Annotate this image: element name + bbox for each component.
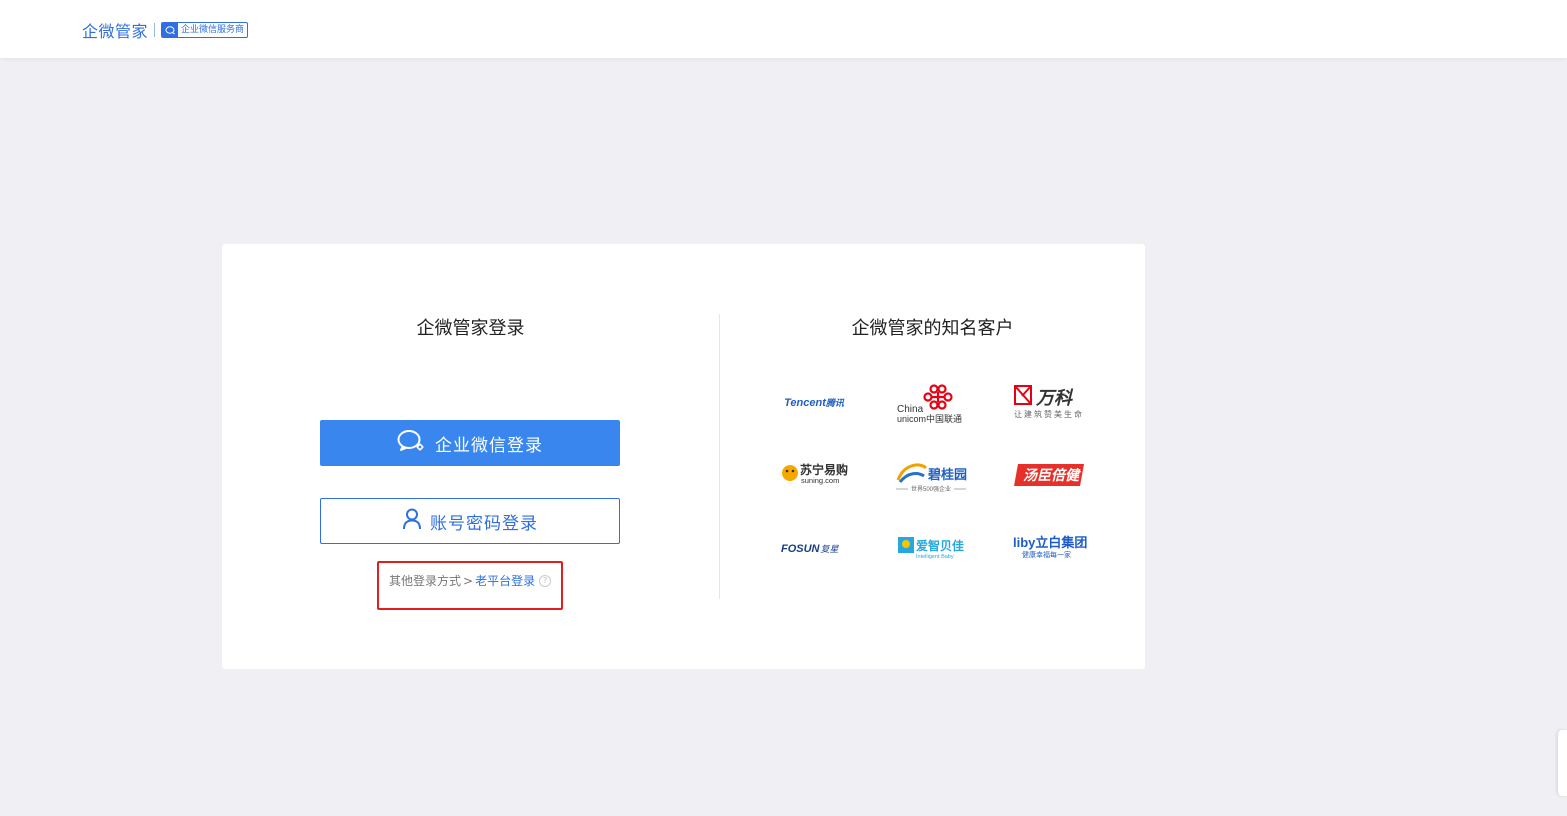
help-icon[interactable]: ? xyxy=(539,574,552,587)
client-logo-suning: 苏宁易购 suning.com xyxy=(759,452,869,496)
login-card: 企微管家登录 企业微信登录 账号密码登录 其他登录方式 > 老平台登录 ? 企微… xyxy=(222,244,1145,669)
svg-text:Intelligent Baby: Intelligent Baby xyxy=(916,554,954,560)
other-login-label: 其他登录方式 xyxy=(389,574,462,588)
wecom-badge-icon xyxy=(162,23,179,37)
client-logo-intelligent-baby: 爱智贝佳 Intelligent Baby xyxy=(876,525,986,569)
svg-text:万科: 万科 xyxy=(1035,388,1074,408)
client-logo-vanke: 万科 让建筑赞美生命 xyxy=(994,380,1104,424)
client-logo-china-unicom: China unicom中国联通 xyxy=(876,380,986,424)
brand-logo[interactable]: 企微管家 企业微信服务商 xyxy=(82,18,249,42)
svg-text:苏宁易购: 苏宁易购 xyxy=(800,462,848,477)
service-provider-badge: 企业微信服务商 xyxy=(161,22,249,38)
svg-text:unicom中国联通: unicom中国联通 xyxy=(897,413,962,424)
top-bar: 企微管家 企业微信服务商 xyxy=(0,0,1567,58)
svg-text:汤臣倍健: 汤臣倍健 xyxy=(1023,467,1082,483)
login-title: 企微管家登录 xyxy=(416,318,525,339)
svg-text:让建筑赞美生命: 让建筑赞美生命 xyxy=(1014,409,1084,419)
user-icon xyxy=(402,508,422,534)
client-logo-tencent: Tencent腾讯 xyxy=(759,380,869,424)
wecom-chat-icon xyxy=(397,429,425,457)
svg-text:健康幸福每一家: 健康幸福每一家 xyxy=(1022,550,1071,559)
wecom-login-label: 企业微信登录 xyxy=(435,435,543,456)
client-logo-liby: liby立白集团 健康幸福每一家 xyxy=(994,525,1104,569)
brand-separator xyxy=(154,23,156,37)
clients-title: 企微管家的知名客户 xyxy=(851,318,1014,339)
old-platform-login-link[interactable]: 老平台登录 xyxy=(475,572,535,589)
client-logo-fosun: FOSUN复星 xyxy=(759,525,869,569)
svg-text:碧桂园: 碧桂园 xyxy=(927,467,967,482)
badge-text: 企业微信服务商 xyxy=(181,25,245,35)
chevron-right-icon: > xyxy=(463,573,474,588)
svg-text:爱智贝佳: 爱智贝佳 xyxy=(916,538,964,553)
svg-text:世界500强企业: 世界500强企业 xyxy=(911,485,951,493)
brand-name: 企微管家 xyxy=(82,22,149,41)
client-logo-by-health: 汤臣倍健 xyxy=(994,452,1104,496)
svg-text:Tencent腾讯: Tencent腾讯 xyxy=(784,397,845,409)
wecom-login-button[interactable]: 企业微信登录 xyxy=(320,420,620,466)
svg-text:suning.com: suning.com xyxy=(801,476,839,485)
account-login-button[interactable]: 账号密码登录 xyxy=(320,498,620,544)
other-login-highlight: 其他登录方式 > 老平台登录 ? xyxy=(377,561,563,610)
side-float-widget[interactable] xyxy=(1558,730,1567,796)
vertical-divider xyxy=(719,314,720,599)
account-login-label: 账号密码登录 xyxy=(430,513,538,534)
other-login-row: 其他登录方式 > 老平台登录 ? xyxy=(389,572,552,589)
client-logo-country-garden: 碧桂园 世界500强企业 xyxy=(876,452,986,496)
svg-text:FOSUN复星: FOSUN复星 xyxy=(781,543,840,555)
svg-text:liby立白集团: liby立白集团 xyxy=(1013,535,1087,550)
